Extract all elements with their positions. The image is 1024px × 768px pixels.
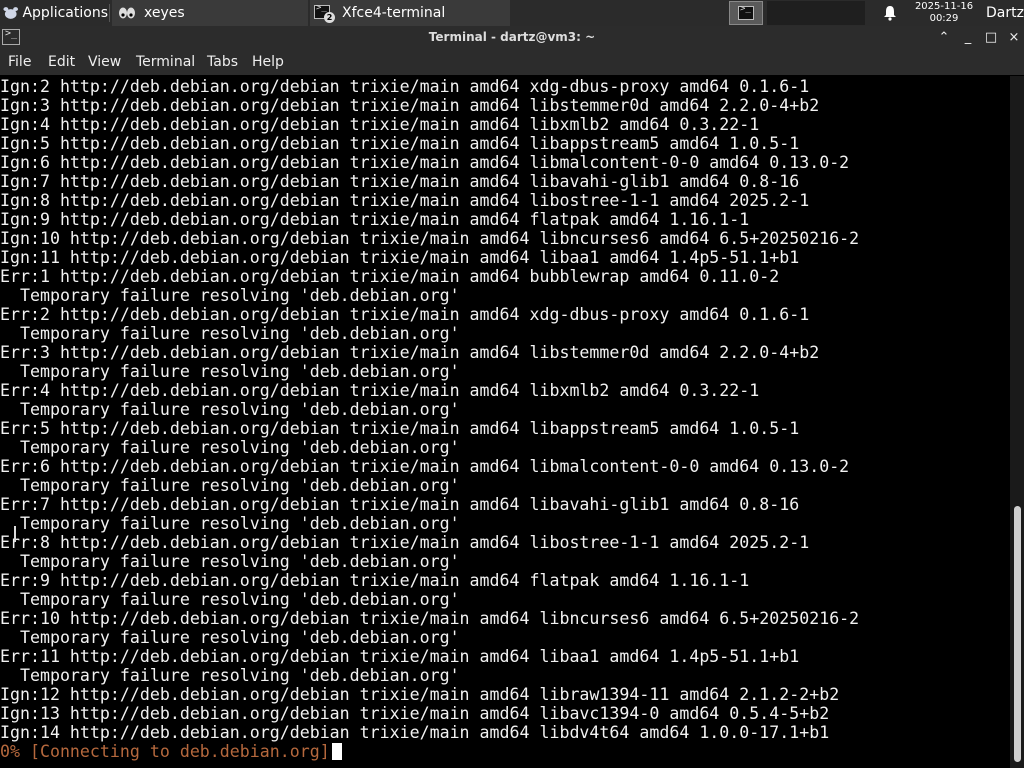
terminal-line: Ign:10 http://deb.debian.org/debian trix…: [0, 229, 860, 248]
terminal-line: Temporary failure resolving 'deb.debian.…: [0, 514, 460, 533]
window-titlebar[interactable]: Terminal - dartz@vm3: ~ ⌃ _ □ ×: [0, 26, 1024, 50]
menu-terminal[interactable]: Terminal: [136, 54, 195, 70]
terminal-line: Temporary failure resolving 'deb.debian.…: [0, 476, 460, 495]
terminal-line: Err:11 http://deb.debian.org/debian trix…: [0, 647, 800, 666]
menu-edit[interactable]: Edit: [48, 54, 75, 70]
workspace-1[interactable]: [729, 1, 763, 25]
terminal-line: Err:6 http://deb.debian.org/debian trixi…: [0, 457, 850, 476]
scrollbar-thumb[interactable]: [1014, 506, 1021, 762]
workspace-3[interactable]: [799, 1, 833, 25]
terminal-line: Temporary failure resolving 'deb.debian.…: [0, 324, 460, 343]
user-menu-button[interactable]: Dartz: [986, 0, 1024, 26]
terminal-line: Ign:2 http://deb.debian.org/debian trixi…: [0, 77, 810, 96]
menu-tabs[interactable]: Tabs: [207, 54, 238, 70]
xfce-mouse-icon: [3, 7, 19, 19]
terminal-icon: [738, 4, 754, 20]
menu-bar: File Edit View Terminal Tabs Help: [0, 50, 1024, 75]
text-cursor-icon: [14, 526, 16, 542]
terminal-line: Err:9 http://deb.debian.org/debian trixi…: [0, 571, 750, 590]
terminal-line: Temporary failure resolving 'deb.debian.…: [0, 400, 460, 419]
bell-icon: [884, 6, 896, 21]
taskbar-item-xeyes[interactable]: xeyes: [112, 0, 308, 26]
terminal-line: Err:4 http://deb.debian.org/debian trixi…: [0, 381, 760, 400]
terminal-scrollbar[interactable]: [1010, 76, 1024, 768]
terminal-line: Ign:9 http://deb.debian.org/debian trixi…: [0, 210, 750, 229]
terminal-line: Err:5 http://deb.debian.org/debian trixi…: [0, 419, 800, 438]
terminal-line: Err:8 http://deb.debian.org/debian trixi…: [0, 533, 810, 552]
terminal-output: Ign:2 http://deb.debian.org/debian trixi…: [0, 77, 859, 761]
terminal-line: Ign:13 http://deb.debian.org/debian trix…: [0, 704, 830, 723]
workspace-4[interactable]: [831, 1, 865, 25]
terminal-line: Temporary failure resolving 'deb.debian.…: [0, 590, 460, 609]
clock-date: 2025-11-16: [914, 1, 974, 12]
notifications-button[interactable]: [878, 0, 902, 26]
terminal-line: Ign:11 http://deb.debian.org/debian trix…: [0, 248, 800, 267]
terminal-line: Ign:3 http://deb.debian.org/debian trixi…: [0, 96, 820, 115]
applications-menu-button[interactable]: Applications: [0, 0, 108, 26]
terminal-line: Err:7 http://deb.debian.org/debian trixi…: [0, 495, 800, 514]
terminal-line: Err:3 http://deb.debian.org/debian trixi…: [0, 343, 820, 362]
terminal-cursor: [331, 743, 342, 760]
terminal-line: Err:2 http://deb.debian.org/debian trixi…: [0, 305, 810, 324]
terminal-line: Temporary failure resolving 'deb.debian.…: [0, 552, 460, 571]
maximize-button[interactable]: □: [981, 28, 1001, 48]
terminal-view[interactable]: Ign:2 http://deb.debian.org/debian trixi…: [0, 76, 1010, 768]
menu-view[interactable]: View: [88, 54, 121, 70]
terminal-line: Err:10 http://deb.debian.org/debian trix…: [0, 609, 860, 628]
window-count-badge: 2: [324, 12, 335, 23]
terminal-line: Temporary failure resolving 'deb.debian.…: [0, 362, 460, 381]
terminal-line: Ign:5 http://deb.debian.org/debian trixi…: [0, 134, 800, 153]
close-button[interactable]: ×: [1004, 28, 1024, 48]
terminal-line: Temporary failure resolving 'deb.debian.…: [0, 628, 460, 647]
terminal-line: Err:1 http://deb.debian.org/debian trixi…: [0, 267, 780, 286]
window-title: Terminal - dartz@vm3: ~: [428, 30, 596, 44]
clock-time: 00:29: [929, 13, 959, 24]
menu-help[interactable]: Help: [252, 54, 284, 70]
panel-clock[interactable]: 2025-11-16 00:29: [908, 1, 980, 25]
progress-line: 0% [Connecting to deb.debian.org]: [0, 742, 859, 761]
panel-separator: [109, 4, 110, 22]
minimize-button[interactable]: _: [958, 28, 978, 48]
terminal-line: Temporary failure resolving 'deb.debian.…: [0, 438, 460, 457]
taskbar-item-terminal[interactable]: 2 Xfce4-terminal: [310, 0, 510, 26]
terminal-line: Ign:7 http://deb.debian.org/debian trixi…: [0, 172, 800, 191]
terminal-line: Ign:14 http://deb.debian.org/debian trix…: [0, 723, 830, 742]
terminal-line: Temporary failure resolving 'deb.debian.…: [0, 286, 460, 305]
taskbar-item-label: Xfce4-terminal: [342, 5, 446, 21]
progress-text: 0% [Connecting to deb.debian.org]: [0, 742, 330, 761]
taskbar-item-label: xeyes: [144, 5, 185, 21]
terminal-line: Ign:4 http://deb.debian.org/debian trixi…: [0, 115, 760, 134]
top-panel: Applications xeyes 2 Xfce4-terminal 2025…: [0, 0, 1024, 26]
xeyes-icon: [119, 7, 135, 19]
menu-file[interactable]: File: [8, 54, 31, 70]
terminal-line: Ign:8 http://deb.debian.org/debian trixi…: [0, 191, 810, 210]
terminal-line: Ign:12 http://deb.debian.org/debian trix…: [0, 685, 840, 704]
terminal-line: Ign:6 http://deb.debian.org/debian trixi…: [0, 153, 850, 172]
shade-button[interactable]: ⌃: [934, 28, 954, 48]
terminal-line: Temporary failure resolving 'deb.debian.…: [0, 666, 460, 685]
user-name: Dartz: [986, 5, 1024, 21]
workspace-2[interactable]: [767, 1, 801, 25]
applications-label: Applications: [22, 5, 108, 21]
